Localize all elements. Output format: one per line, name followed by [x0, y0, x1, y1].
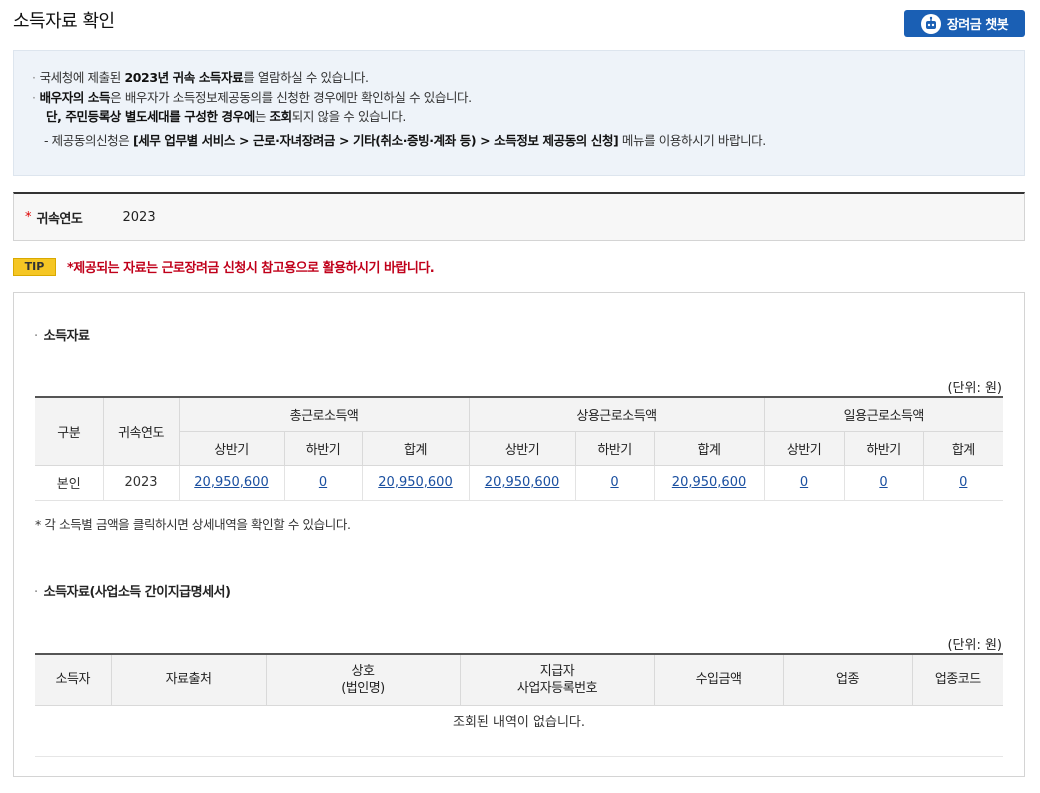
col-daily: 일용근로소득액: [763, 396, 1004, 432]
col-total-h2: 하반기: [283, 430, 363, 466]
year-filter: * 귀속연도 2023: [13, 192, 1025, 241]
col-total-h1: 상반기: [179, 430, 285, 466]
notice-line-4: - 제공동의신청은 [세무 업무별 서비스 > 근로·자녀장려금 > 기타(취소…: [44, 132, 766, 148]
income-table: 구분 귀속연도 총근로소득액 상용근로소득액 일용근로소득액 상반기 하반기 합…: [35, 396, 1004, 501]
col-total-sum: 합계: [361, 430, 470, 466]
regular-h1-link[interactable]: 20,950,600: [485, 475, 559, 490]
daily-sum-link[interactable]: 0: [959, 475, 967, 490]
col-category: 구분: [35, 396, 104, 466]
col-industry-code: 업종코드: [911, 653, 1003, 706]
daily-h2-link[interactable]: 0: [879, 475, 887, 490]
cell-year: 2023: [102, 464, 180, 501]
business-unit: (단위: 원): [947, 638, 1002, 653]
income-note: * 각 소득별 금액을 클릭하시면 상세내역을 확인할 수 있습니다.: [35, 517, 351, 532]
tip-text: *제공되는 자료는 근로장려금 신청시 참고용으로 활용하시기 바랍니다.: [67, 261, 435, 276]
col-regular-h2: 하반기: [574, 430, 655, 466]
total-h1-link[interactable]: 20,950,600: [194, 475, 268, 490]
notice-line-2: · 배우자의 소득은 배우자가 소득정보제공동의를 신청한 경우에만 확인하실 수…: [32, 89, 472, 105]
col-daily-sum: 합계: [922, 430, 1004, 466]
col-industry: 업종: [782, 653, 913, 706]
divider: [35, 756, 1003, 757]
total-sum-link[interactable]: 20,950,600: [378, 475, 452, 490]
income-section-title: · 소득자료: [34, 329, 90, 344]
cell-category: 본인: [35, 464, 104, 501]
col-earner: 소득자: [35, 653, 112, 706]
col-company: 상호 (법인명): [265, 653, 461, 706]
regular-sum-link[interactable]: 20,950,600: [672, 475, 746, 490]
table-row: 조회된 내역이 없습니다.: [35, 704, 1003, 736]
col-payer: 지급자 사업자등록번호: [459, 653, 655, 706]
notice-line-1: · 국세청에 제출된 2023년 귀속 소득자료를 열람하실 수 있습니다.: [32, 70, 369, 85]
notice-box: · 국세청에 제출된 2023년 귀속 소득자료를 열람하실 수 있습니다. · 배…: [13, 50, 1025, 176]
page-title: 소득자료 확인: [13, 11, 115, 32]
chatbot-label: 장려금 챗봇: [946, 18, 1009, 33]
income-unit: (단위: 원): [947, 381, 1002, 396]
robot-icon: [920, 13, 941, 34]
notice-line-3: 단, 주민등록상 별도세대를 구성한 경우에는 조회되지 않을 수 있습니다.: [46, 109, 406, 124]
col-regular-h1: 상반기: [468, 430, 576, 466]
chatbot-button[interactable]: 장려금 챗봇: [904, 10, 1025, 37]
daily-h1-link[interactable]: 0: [800, 475, 808, 490]
col-year: 귀속연도: [102, 396, 180, 466]
col-regular: 상용근로소득액: [468, 396, 765, 432]
business-table: 소득자 자료출처 상호 (법인명) 지급자 사업자등록번호 수입금액 업종 업종코드…: [35, 653, 1003, 736]
col-total: 총근로소득액: [178, 396, 470, 432]
year-value: 2023: [122, 209, 156, 225]
col-daily-h1: 상반기: [763, 430, 845, 466]
col-regular-sum: 합계: [653, 430, 765, 466]
empty-message: 조회된 내역이 없습니다.: [35, 704, 1003, 736]
col-income: 수입금액: [653, 653, 784, 706]
col-source: 자료출처: [110, 653, 267, 706]
business-section-title: · 소득자료(사업소득 간이지급명세서): [34, 585, 231, 600]
col-daily-h2: 하반기: [843, 430, 924, 466]
tip-row: TIP *제공되는 자료는 근로장려금 신청시 참고용으로 활용하시기 바랍니다…: [13, 257, 435, 276]
year-label: 귀속연도: [36, 211, 83, 227]
table-row: 본인 2023 20,950,600 0 20,950,600 20,950,6…: [35, 464, 1004, 501]
regular-h2-link[interactable]: 0: [610, 475, 618, 490]
total-h2-link[interactable]: 0: [319, 475, 327, 490]
tip-badge: TIP: [13, 257, 56, 276]
required-mark: *: [25, 209, 32, 225]
content-box: · 소득자료 (단위: 원) 구분 귀속연도 총근로소득액 상용근로소득액 일용근…: [13, 292, 1025, 777]
